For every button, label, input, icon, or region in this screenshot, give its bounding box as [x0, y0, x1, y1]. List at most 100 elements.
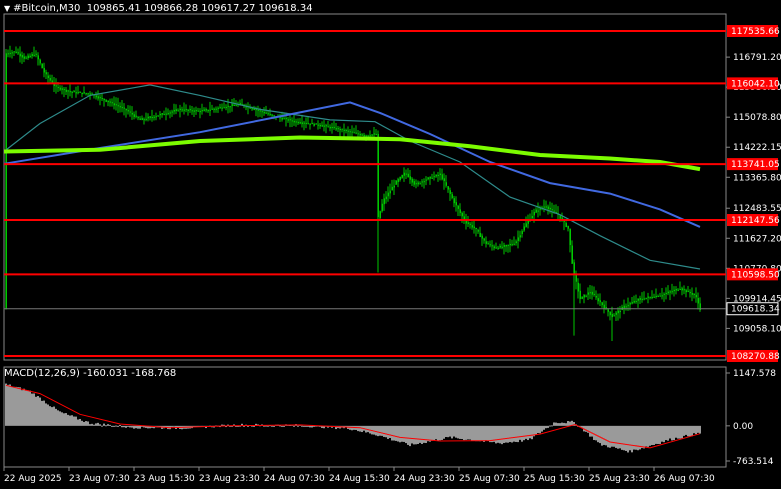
candle-body [507, 244, 509, 246]
symbol-dropdown-icon[interactable]: ▼ [4, 4, 10, 13]
trading-chart[interactable]: 116791.20115936.10115078.80114222.151133… [0, 0, 781, 489]
candle-body [181, 109, 183, 111]
candle-body [545, 206, 547, 208]
macd-bar [43, 400, 45, 426]
candle-body [497, 247, 499, 249]
macd-bar [605, 425, 607, 446]
candle-body [189, 109, 191, 111]
candle-body [261, 111, 263, 113]
candle-body [689, 292, 691, 294]
time-tick-label: 24 Aug 23:30 [394, 474, 455, 484]
macd-bar [25, 390, 27, 426]
candle-body [671, 291, 673, 293]
candle-body [159, 114, 161, 116]
macd-bar [545, 425, 547, 429]
macd-bar [517, 425, 519, 443]
candle-body [423, 181, 425, 183]
macd-bar [281, 425, 283, 427]
candle-body [17, 52, 19, 54]
time-tick-label: 25 Aug 07:30 [459, 474, 520, 484]
macd-bar [21, 390, 23, 426]
candle-body [105, 99, 107, 102]
candle-body [41, 63, 43, 69]
macd-bar [471, 425, 473, 442]
macd-bar [567, 420, 569, 426]
time-tick-label: 26 Aug 07:30 [654, 474, 715, 484]
macd-bar [393, 425, 395, 441]
candle-body [401, 174, 403, 178]
macd-bar [271, 425, 273, 427]
candle-body [117, 105, 119, 107]
candle-body [595, 296, 597, 298]
macd-bar [649, 425, 651, 446]
macd-bar [699, 425, 701, 434]
candle-body [641, 298, 643, 300]
macd-bar [35, 396, 37, 426]
candle-body [307, 123, 309, 125]
macd-bar [267, 425, 269, 427]
candle-body [411, 178, 413, 183]
candle-body [67, 90, 69, 92]
macd-bar [115, 425, 117, 427]
candle-body [443, 178, 445, 182]
macd-bar [603, 425, 605, 445]
macd-bar [7, 384, 9, 426]
candle-body [453, 198, 455, 204]
candle-body [451, 194, 453, 198]
candle-body [223, 107, 225, 109]
macd-bar [61, 412, 63, 426]
candle-body [347, 130, 349, 132]
candle-body [635, 301, 637, 303]
macd-bar [679, 425, 681, 439]
candle-body [285, 118, 287, 120]
macd-bar [351, 425, 353, 431]
level-label: 113741.05 [731, 160, 780, 170]
macd-bar [15, 386, 17, 426]
macd-bar [121, 425, 123, 428]
candle-body [461, 212, 463, 217]
time-tick-label: 23 Aug 07:30 [69, 474, 130, 484]
macd-bar [659, 425, 661, 445]
candle-body [109, 101, 111, 103]
macd-bar [417, 425, 419, 444]
macd-bar [383, 425, 385, 437]
macd-bar [91, 423, 93, 426]
candle-body [169, 112, 171, 114]
candle-body [27, 55, 29, 59]
macd-bar [597, 425, 599, 443]
candle-body [221, 107, 223, 109]
candle-body [603, 304, 605, 309]
macd-bar [539, 425, 541, 434]
candle-body [21, 55, 23, 58]
candle-body [509, 243, 511, 246]
macd-bar [543, 425, 545, 430]
macd-bar [675, 425, 677, 438]
candle-body [371, 134, 373, 136]
macd-bar [173, 425, 175, 427]
candle-body [297, 121, 299, 124]
macd-bar [67, 414, 69, 426]
candle-body [615, 312, 617, 315]
macd-bar [81, 420, 83, 426]
macd-bar [505, 425, 507, 443]
candle-body [359, 133, 361, 136]
candle-body [363, 134, 365, 137]
candle-body [485, 241, 487, 244]
candle-body [153, 116, 155, 118]
candle-body [577, 282, 579, 292]
macd-bar [117, 425, 119, 427]
candle-body [455, 202, 457, 206]
macd-bar [693, 425, 695, 434]
candle-body [457, 205, 459, 209]
candle-body [203, 109, 205, 111]
candle-body [583, 294, 585, 298]
candle-body [99, 97, 101, 99]
candle-body [499, 245, 501, 248]
candle-body [633, 300, 635, 303]
candle-body [233, 105, 235, 107]
level-label: 116042.10 [731, 79, 780, 89]
macd-bar [651, 425, 653, 446]
macd-bar [531, 425, 533, 440]
macd-bar [591, 425, 593, 437]
candle-body [469, 223, 471, 225]
